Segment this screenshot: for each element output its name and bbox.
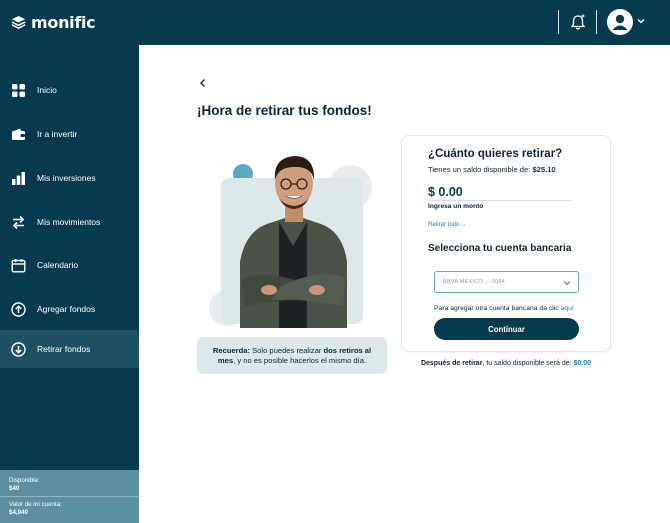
available-label: Disponible:	[9, 477, 40, 484]
bank-account-title: Selecciona tu cuenta bancaria	[428, 243, 572, 254]
add-account-prompt: Para agregar otra cuenta bancaria da cli…	[434, 305, 561, 312]
after-withdraw-bold: Después de retirar	[420, 360, 483, 367]
withdraw-question: ¿Cuánto quieres retirar?	[428, 148, 563, 160]
notice-text: Solo puedes realizar	[250, 345, 324, 355]
add-account-text: Para agregar otra cuenta bancaria da cli…	[434, 305, 574, 312]
account-value-label: Valor de mi cuenta:	[9, 501, 62, 508]
sidebar-item-mis-movimientos[interactable]: Mis movimientos	[0, 203, 139, 241]
back-arrow-icon[interactable]	[198, 78, 208, 88]
header-divider	[596, 10, 597, 34]
brand-name: monific	[31, 13, 96, 32]
balance-divider	[0, 496, 139, 497]
balance-panel: Disponible: $40 Valor de mi cuenta: $4,0…	[0, 470, 139, 523]
withdraw-card: ¿Cuánto quieres retirar? Tienes un saldo…	[401, 135, 611, 352]
brand-logo[interactable]: monific	[11, 13, 96, 32]
sidebar-item-label: Inicio	[37, 85, 57, 95]
chevron-down-icon	[563, 281, 571, 286]
sidebar-item-label: Mis movimientos	[37, 217, 101, 227]
sidebar: Inicio Ir a invertir Mis inversiones Mis…	[0, 45, 139, 523]
chevron-down-icon[interactable]	[636, 16, 646, 26]
available-amount: $25.10	[532, 165, 556, 174]
balance-after-withdraw: Después de retirar, tu saldo disponible …	[401, 360, 611, 367]
available-value: $40	[9, 484, 20, 492]
header-divider	[558, 10, 559, 34]
grid-icon	[12, 83, 25, 97]
add-account-link[interactable]: aquí	[561, 305, 574, 312]
sidebar-item-inicio[interactable]: Inicio	[0, 71, 139, 109]
available-text: Tienes un saldo disponible de:	[428, 165, 533, 174]
withdraw-all-link[interactable]: Retirar todo →	[428, 222, 467, 228]
account-value-amount: $4,040	[9, 508, 28, 516]
bank-account-value: BBVA MEXICO ....0094	[443, 279, 506, 285]
withdraw-limit-notice: Recuerda: Solo puedes realizar dos retir…	[197, 337, 387, 374]
sidebar-item-label: Mis inversiones	[37, 173, 96, 183]
user-avatar-icon[interactable]	[607, 9, 633, 35]
notice-text: , y no es posible hacerlos el mismo día.	[233, 355, 367, 365]
bar-chart-icon	[12, 171, 25, 185]
sidebar-item-calendario[interactable]: Calendario	[0, 246, 139, 284]
page-title: ¡Hora de retirar tus fondos!	[197, 103, 372, 118]
bell-icon[interactable]	[569, 13, 587, 31]
after-withdraw-amount: $0.00	[573, 360, 592, 367]
sidebar-item-agregar-fondos[interactable]: Agregar fondos	[0, 290, 139, 328]
sidebar-item-label: Agregar fondos	[37, 304, 96, 314]
sidebar-item-label: Calendario	[37, 260, 79, 270]
sidebar-item-label: Ir a invertir	[37, 129, 78, 139]
sidebar-item-label: Retirar fondos	[37, 344, 91, 354]
sidebar-item-mis-inversiones[interactable]: Mis inversiones	[0, 159, 139, 197]
notice-prefix: Recuerda:	[212, 345, 250, 355]
bank-account-select[interactable]: BBVA MEXICO ....0094	[434, 271, 579, 293]
account-value: Valor de mi cuenta: $4,040	[9, 501, 62, 516]
available-balance-text: Tienes un saldo disponible de: $25.10	[428, 165, 556, 174]
top-header: monific	[0, 0, 670, 45]
wallet-icon	[12, 128, 25, 140]
layers-logo-icon	[11, 15, 26, 29]
calendar-icon	[11, 258, 26, 273]
sidebar-item-retirar-fondos[interactable]: Retirar fondos	[0, 330, 139, 368]
continue-button[interactable]: Continuar	[434, 318, 579, 340]
amount-label: Ingresa un monto	[428, 203, 484, 210]
after-withdraw-text: , tu saldo disponible será de:	[482, 360, 574, 367]
arrow-up-circle-icon	[11, 301, 26, 317]
swap-arrows-icon	[12, 215, 25, 229]
amount-input[interactable]	[428, 184, 572, 201]
arrow-down-circle-icon	[11, 341, 26, 357]
sidebar-item-ir-a-invertir[interactable]: Ir a invertir	[0, 115, 139, 153]
available-balance: Disponible: $40	[9, 477, 40, 492]
smiling-man-photo	[209, 156, 372, 328]
